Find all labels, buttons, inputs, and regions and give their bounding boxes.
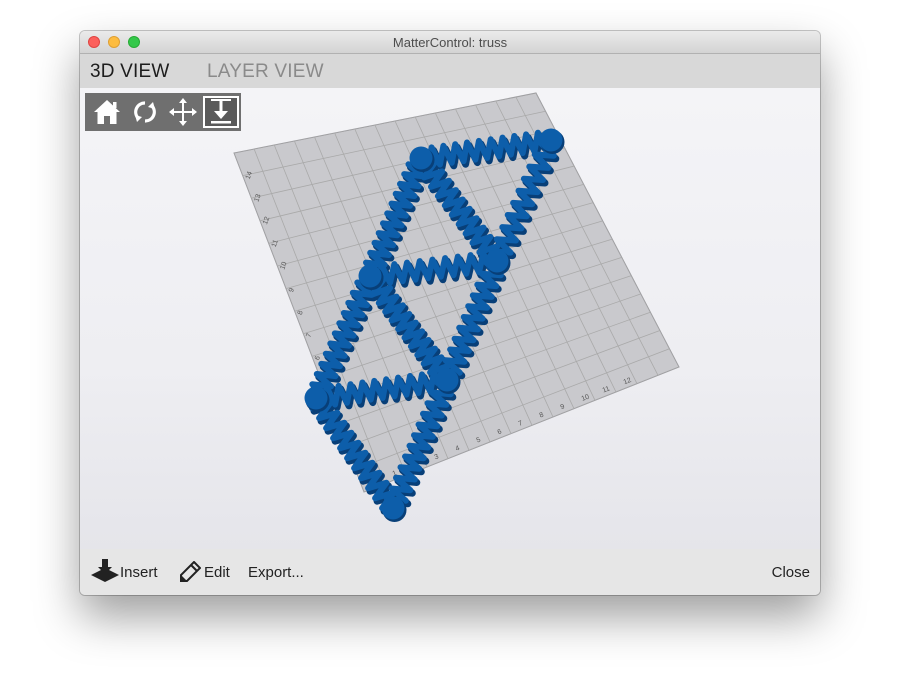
pencil-icon — [180, 561, 201, 582]
home-icon — [94, 100, 120, 124]
tab-3d-view[interactable]: 3D VIEW — [90, 61, 170, 83]
truss-node — [539, 128, 563, 152]
window-title: MatterControl: truss — [392, 35, 508, 50]
insert-button[interactable]: Insert — [120, 564, 158, 581]
edit-button[interactable]: Edit — [204, 564, 230, 581]
home-view-button[interactable] — [89, 96, 125, 128]
zoom-icon — [211, 99, 231, 124]
truss-node — [409, 146, 433, 170]
zoom-view-button[interactable] — [203, 96, 239, 128]
close-button[interactable]: Close — [772, 564, 810, 581]
title-bar: MatterControl: truss — [80, 31, 820, 54]
app-window: MatterControl: truss 3D VIEW LAYER VIEW … — [80, 31, 820, 595]
print-bed-scene: 01234567891011121234567891011121314 — [233, 92, 680, 522]
rotate-view-button[interactable] — [127, 96, 163, 128]
truss-node — [435, 368, 459, 392]
insert-icon — [91, 559, 119, 582]
3d-viewport[interactable]: 0 1 2 3 4 5 6 7 8 9 10 11 12 1 2 3 4 5 6 7 8 9 10 11 12 13 14 — [80, 88, 820, 549]
truss-node — [485, 249, 509, 273]
view-toolbar — [85, 93, 241, 131]
export-button[interactable]: Export... — [248, 564, 304, 581]
tab-layer-view[interactable]: LAYER VIEW — [207, 61, 324, 83]
move-arrows-icon — [169, 98, 197, 126]
truss-node — [358, 264, 382, 288]
pan-view-button[interactable] — [165, 96, 201, 128]
truss-node — [304, 386, 328, 410]
truss-node — [381, 496, 405, 520]
rotate-icon — [134, 101, 156, 123]
bottom-action-bar: Insert Edit Export... Close — [80, 549, 820, 595]
view-tabs: 3D VIEW LAYER VIEW — [80, 54, 820, 88]
